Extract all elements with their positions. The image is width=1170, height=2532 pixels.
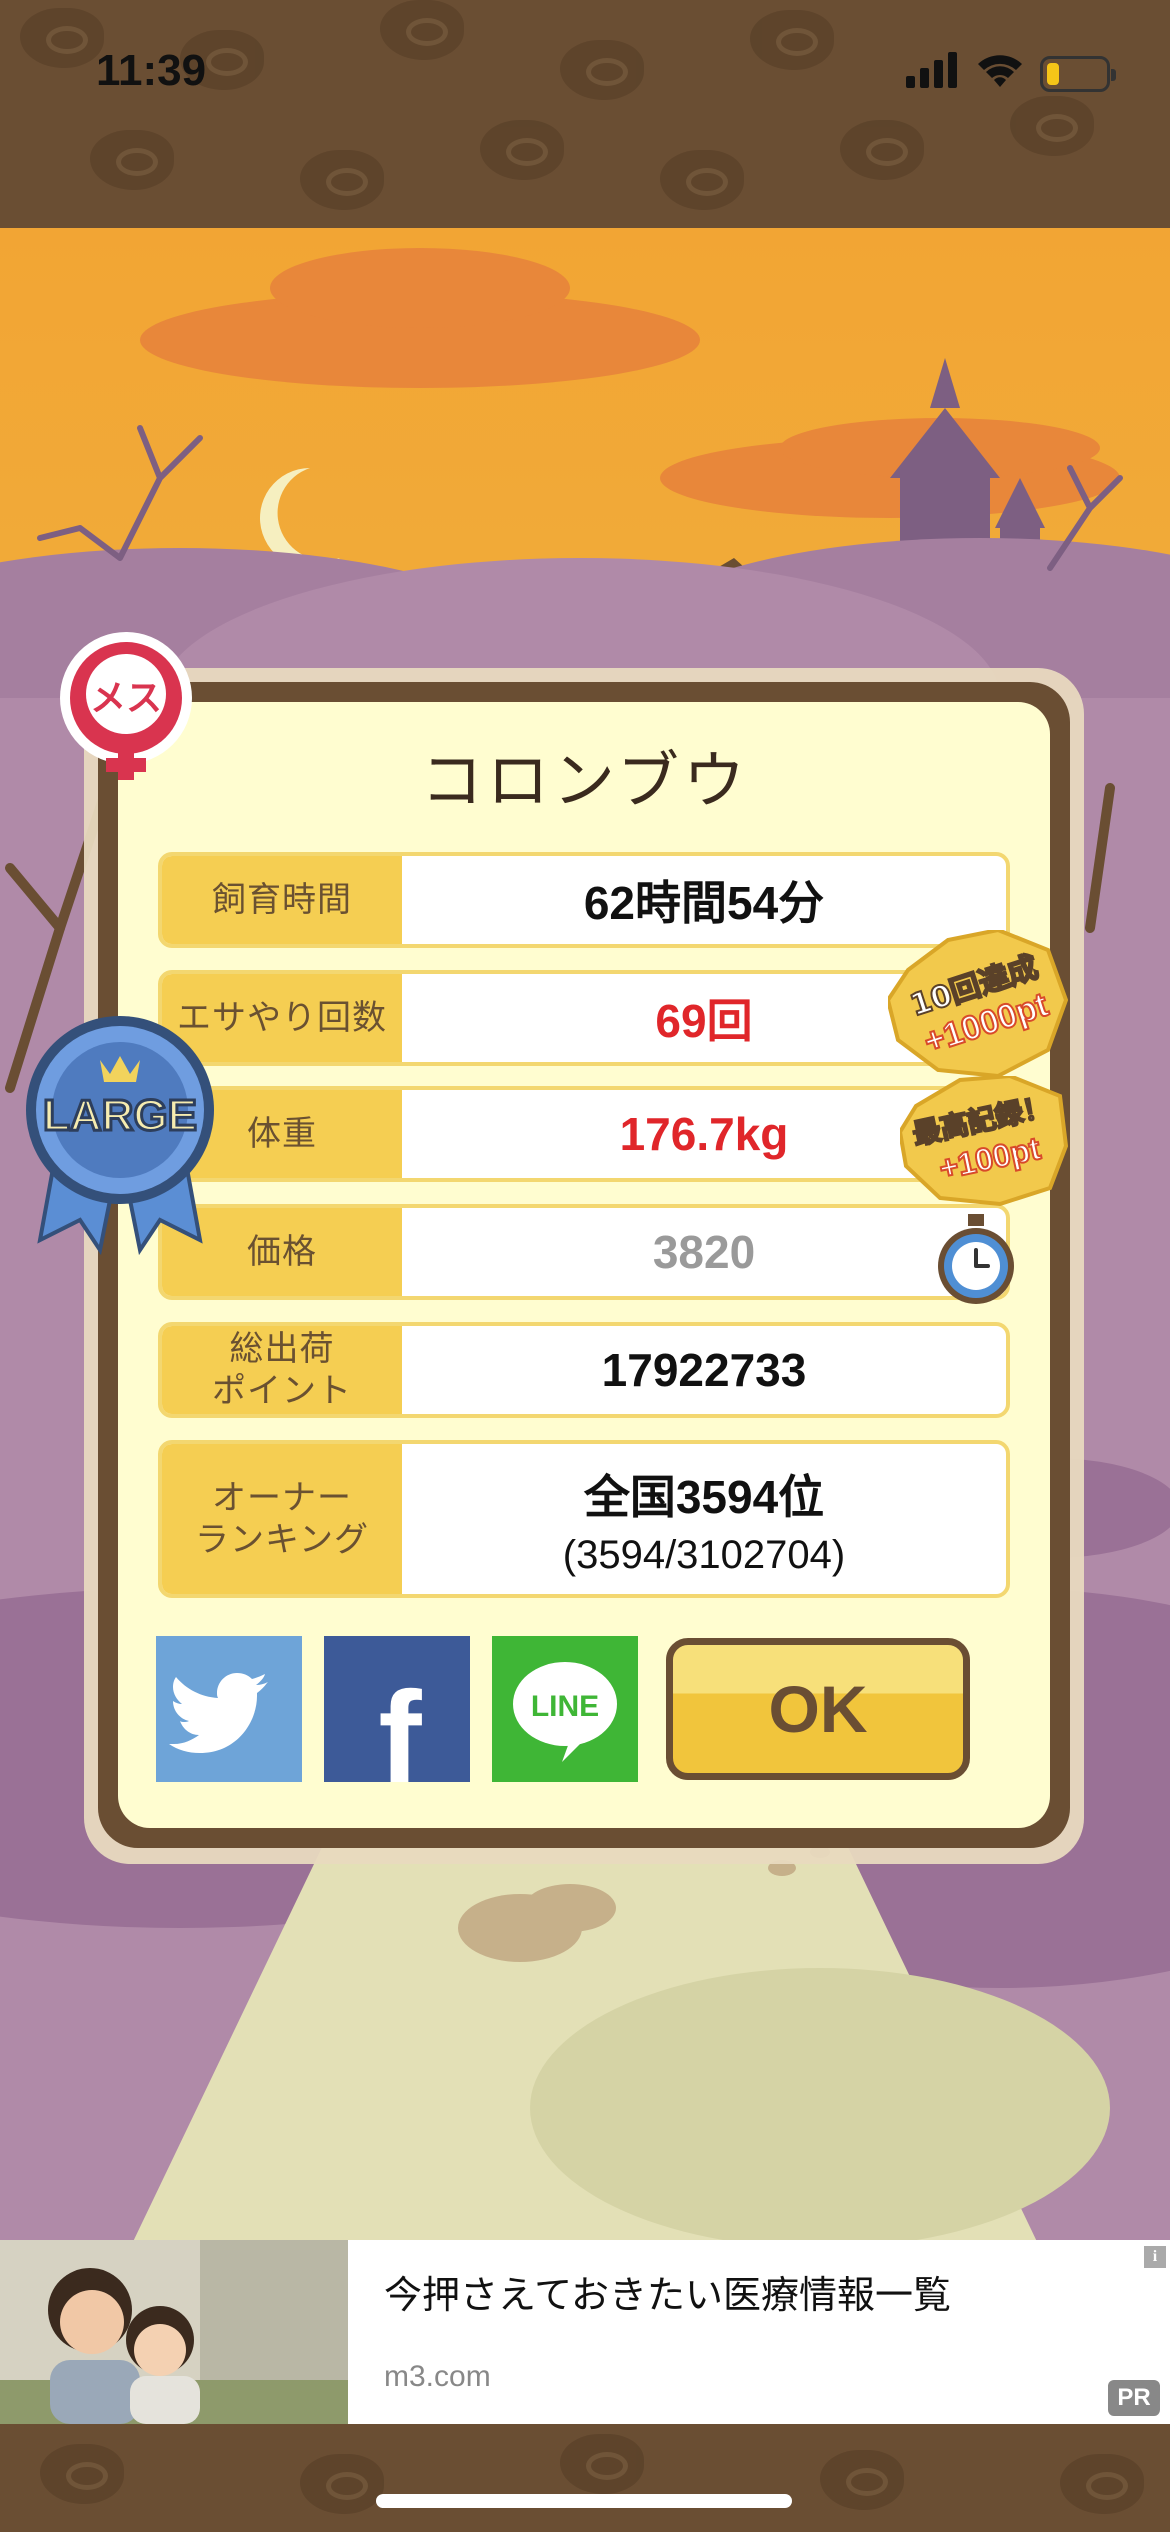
bean-pattern — [660, 150, 744, 210]
bean-pattern — [300, 2454, 384, 2514]
bonus-starburst-badge: 10回達成 +1000pt — [888, 930, 1068, 1079]
twitter-icon — [169, 1673, 268, 1753]
bean-pattern — [300, 150, 384, 210]
ok-button[interactable]: OK — [666, 1638, 970, 1780]
stat-row-feeding-count: エサやり回数 69回 — [158, 970, 1010, 1066]
ad-banner[interactable]: 今押さえておきたい医療情報一覧 m3.com PR i — [0, 2240, 1170, 2424]
ad-info-icon[interactable]: i — [1144, 2246, 1166, 2268]
ranking-value: 全国3594位 — [583, 1470, 825, 1523]
line-icon: LINE — [513, 1662, 617, 1762]
stat-row-price: 価格 3820 — [158, 1204, 1010, 1300]
facebook-share-button[interactable]: f — [324, 1636, 470, 1810]
bean-pattern — [40, 2444, 124, 2504]
stopwatch-icon — [938, 1214, 1014, 1304]
gender-label: メス — [90, 678, 162, 719]
bean-pattern — [560, 2434, 644, 2494]
cellular-signal-icon — [906, 52, 957, 88]
ranking-detail: (3594/3102704) — [562, 1532, 846, 1577]
line-glyph: LINE — [531, 1690, 599, 1723]
stat-value: 3820 — [652, 1226, 756, 1278]
home-indicator[interactable] — [376, 2494, 792, 2508]
large-ribbon-badge-icon: LARGE — [26, 1016, 214, 1256]
twitter-share-button[interactable] — [156, 1636, 302, 1782]
ad-photo-children — [0, 2240, 348, 2424]
facebook-icon: f — [378, 1664, 422, 1810]
ad-domain: m3.com — [384, 2360, 491, 2393]
bean-pattern — [820, 2450, 904, 2510]
stat-row-shipping-points: 総出荷 ポイント 17922733 — [158, 1322, 1010, 1418]
bottom-pattern-background — [0, 2424, 1170, 2532]
stat-value: 17922733 — [601, 1344, 807, 1396]
bean-pattern — [1060, 2454, 1144, 2514]
status-time: 11:39 — [96, 46, 207, 95]
stat-label: 総出荷 ポイント — [162, 1326, 402, 1414]
stat-row-owner-ranking: オーナー ランキング 全国3594位 (3594/3102704) — [158, 1440, 1010, 1598]
status-bar: 11:39 — [0, 0, 1170, 140]
ranking-value-box: 全国3594位 (3594/3102704) — [402, 1444, 1006, 1594]
stat-row-breeding-time: 飼育時間 62時間54分 — [158, 852, 1010, 948]
stat-row-weight: 体重 176.7kg — [158, 1086, 1010, 1182]
bonus-starburst-badge: 最高記録！ +100pt — [900, 1076, 1068, 1206]
ranking-label: オーナー ランキング — [162, 1444, 402, 1594]
battery-icon — [1040, 56, 1116, 92]
ad-title[interactable]: 今押さえておきたい医療情報一覧 — [384, 2264, 951, 2319]
facebook-glyph: f — [378, 1664, 422, 1782]
size-label: LARGE — [43, 1091, 197, 1140]
line-share-button[interactable]: LINE — [492, 1636, 638, 1782]
female-badge-icon: メス — [60, 632, 192, 780]
stat-label: 飼育時間 — [162, 856, 402, 944]
wifi-icon — [978, 55, 1022, 87]
ad-pr-badge: PR — [1108, 2380, 1160, 2416]
